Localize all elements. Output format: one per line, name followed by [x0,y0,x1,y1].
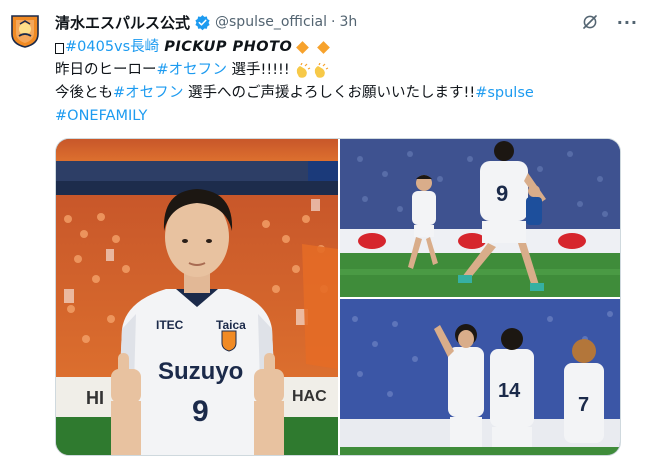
orange-diamond-icon [317,41,331,54]
grok-icon[interactable] [581,13,599,31]
tweet-text-segment: 今後とも [55,85,113,101]
jersey-number: 14 [498,380,521,402]
photo-celebration[interactable]: 14 7 [340,299,620,455]
jersey-number: 9 [192,395,209,428]
tweet-text-segment: 昨日のヒーロー [55,62,157,78]
timestamp[interactable]: 3h [339,14,357,30]
box-glyph-icon [55,43,64,54]
club-crest-icon[interactable] [10,14,40,48]
tweet-line-1: #0405vs長崎 PICKUP PHOTO [55,36,645,59]
tweet-line-4: #ONEFAMILY [55,105,645,128]
orange-diamond-icon [296,41,310,54]
hashtag-link[interactable]: #オセフン [113,82,183,105]
display-name[interactable]: 清水エスパルス公式 [55,12,190,33]
hashtag-link[interactable]: #0405vs長崎 [65,36,159,59]
hashtag-link[interactable]: #spulse [475,82,534,105]
ad-board-text: HAC [292,388,327,405]
account-handle[interactable]: @spulse_official [215,14,327,30]
tweet-line-2: 昨日のヒーロー #オセフン 選手!!!!! [55,59,645,82]
jersey-number: 7 [578,394,589,416]
clapping-hands-icon [315,62,329,78]
photo-match-action[interactable]: 9 [340,139,620,297]
tweet-text: #0405vs長崎 PICKUP PHOTO 昨日のヒーロー #オセフン 選手!… [55,36,645,128]
ad-board-text: HI [86,388,104,408]
pickup-photo-label: PICKUP PHOTO [164,39,293,55]
more-options-icon[interactable]: ··· [617,13,638,32]
tweet-text-segment: 選手!!!!! [226,62,295,78]
jersey-sponsor-right: Taica [216,318,246,332]
header-actions: ··· [581,10,638,34]
media-grid: HI HAC ITEC Taica Suzuyo 9 9 14 7 [55,138,621,456]
tweet-line-3: 今後とも #オセフン 選手へのご声援よろしくお願いいたします!! #spulse [55,82,645,105]
verified-badge-icon [195,14,210,30]
tweet-header: 清水エスパルス公式 @spulse_official · 3h ··· [55,10,638,34]
photo-player-portrait[interactable]: HI HAC ITEC Taica Suzuyo 9 [56,139,338,455]
clapping-hands-icon [297,62,311,78]
tweet[interactable]: 清水エスパルス公式 @spulse_official · 3h ··· #040… [0,0,658,460]
jersey-sponsor-left: ITEC [156,318,184,332]
tweet-text-segment: 選手へのご声援よろしくお願いいたします!! [183,85,476,101]
hashtag-link[interactable]: #オセフン [157,59,227,82]
hashtag-link[interactable]: #ONEFAMILY [55,105,147,128]
jersey-number: 9 [496,181,508,206]
separator-dot: · [331,14,336,30]
jersey-main-sponsor: Suzuyo [158,358,243,385]
